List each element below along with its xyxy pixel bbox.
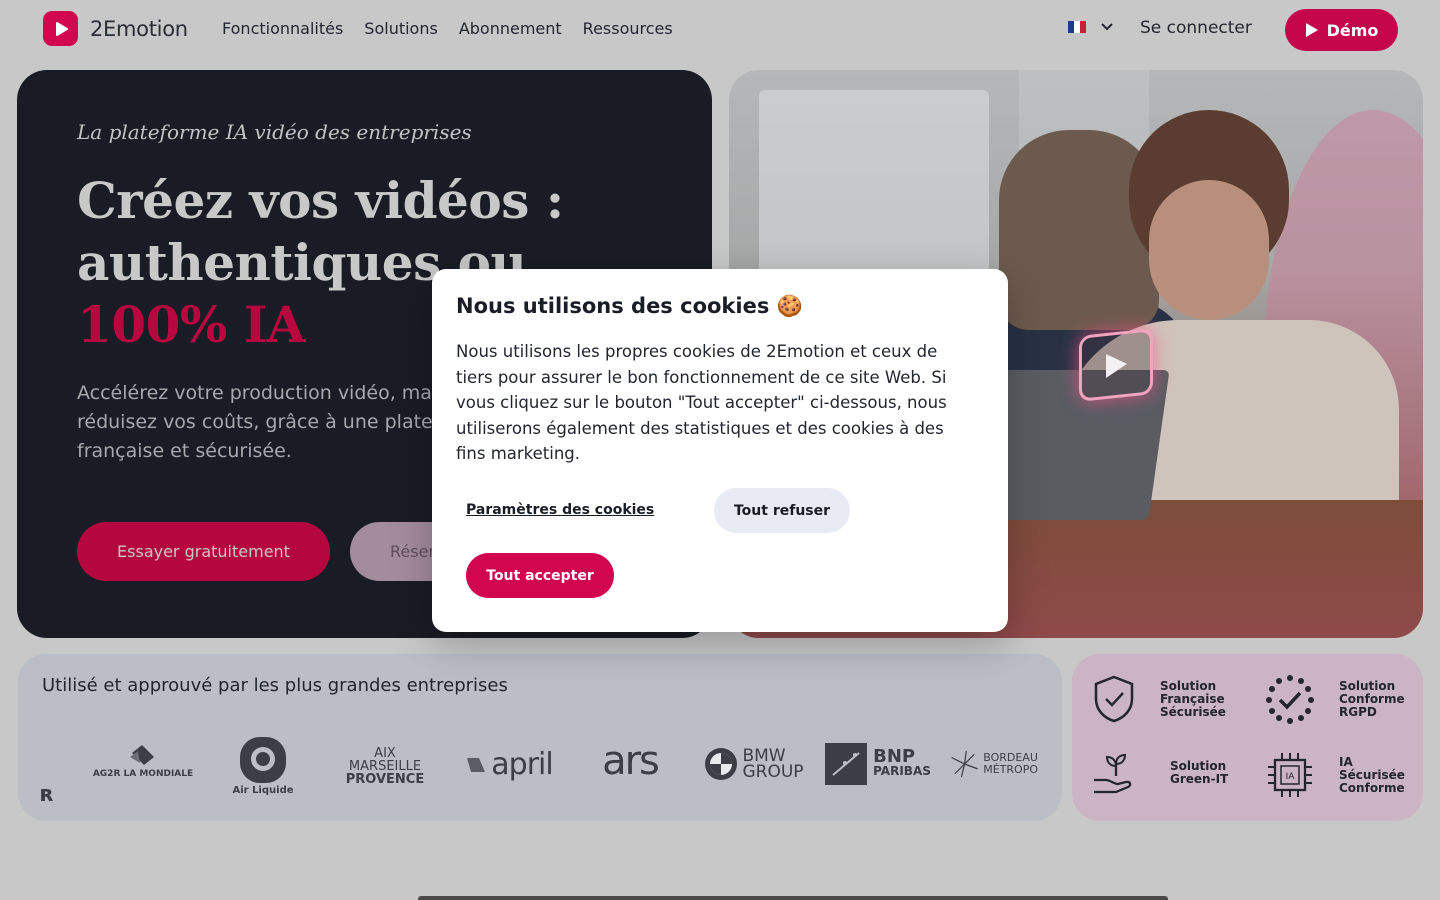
trust-badges: Solution Française Sécurisée Solution Co… — [1072, 654, 1423, 821]
hero-lead-line1: Accélérez votre production vidéo, ma — [77, 382, 432, 404]
nav-item-solutions[interactable]: Solutions — [364, 19, 438, 38]
client-logo-april: april — [454, 744, 564, 784]
bmw-line2: GROUP — [742, 762, 804, 782]
aix-line1: AIX — [374, 745, 396, 761]
badge-ai-secure: IA IA Sécurisée Conforme — [1265, 750, 1405, 800]
cookie-consent-dialog: Nous utilisons des cookies 🍪 Nous utilis… — [432, 269, 1008, 632]
badge-text: Solution Green-IT — [1170, 760, 1228, 786]
badge-line: Française — [1160, 691, 1225, 706]
ai-chip-icon: IA — [1268, 753, 1312, 797]
play-icon — [1305, 23, 1318, 37]
april-leaf-icon — [467, 758, 486, 772]
bnp-text: BNP PARIBAS — [873, 746, 931, 779]
nav-item-fonctionnalites[interactable]: Fonctionnalités — [222, 19, 343, 38]
hand-plant-icon — [1094, 753, 1132, 794]
bnp-line2: PARIBAS — [873, 764, 931, 778]
badge-text: IA Sécurisée Conforme — [1339, 754, 1405, 795]
demo-button[interactable]: Démo — [1285, 9, 1398, 51]
bordeaux-line2: MÉTROPO — [983, 763, 1038, 776]
bnp-line1: BNP — [873, 746, 916, 767]
badge-line: Solution — [1339, 678, 1396, 693]
badge-text: Solution Conforme RGPD — [1339, 678, 1405, 719]
logo-play-icon — [43, 11, 78, 46]
badge-green-it: Solution Green-IT — [1092, 752, 1228, 794]
client-logo-bordeaux: BORDEAU MÉTROPO — [950, 742, 1038, 786]
clients-title: Utilisé et approuvé par les plus grandes… — [42, 675, 508, 696]
ars-name: ars — [602, 738, 660, 784]
bordeaux-text: BORDEAU MÉTROPO — [983, 752, 1038, 776]
client-logo-ars: ars — [590, 736, 670, 786]
aix-line2: MARSEILLE — [348, 758, 422, 774]
cookie-title: Nous utilisons des cookies 🍪 — [456, 294, 803, 318]
nav-item-ressources[interactable]: Ressources — [583, 19, 673, 38]
badge-line: Solution — [1160, 678, 1217, 693]
svg-text:IA: IA — [1286, 772, 1296, 782]
april-name: april — [491, 746, 553, 782]
client-logo-ag2r: AG2R LA MONDIALE — [88, 736, 198, 786]
badge-line: RGPD — [1339, 704, 1377, 719]
badge-line: Conforme — [1339, 691, 1405, 706]
badge-line: Sécurisée — [1160, 704, 1226, 719]
main-nav: Fonctionnalités Solutions Abonnement Res… — [222, 19, 673, 38]
login-link[interactable]: Se connecter — [1140, 18, 1252, 38]
hero-title-accent: 100% IA — [77, 295, 305, 354]
cookie-settings-button[interactable]: Paramètres des cookies — [466, 488, 654, 532]
video-play-icon[interactable] — [1079, 328, 1153, 402]
cookie-body: Nous utilisons les propres cookies de 2E… — [456, 342, 947, 463]
cookie-refuse-button[interactable]: Tout refuser — [714, 488, 850, 533]
hero-eyebrow: La plateforme IA vidéo des entreprises — [77, 120, 472, 144]
logo-text: 2Emotion — [90, 16, 188, 41]
badge-text: Solution Française Sécurisée — [1160, 678, 1226, 719]
logo[interactable]: 2Emotion — [43, 11, 188, 46]
badge-line: Conforme — [1339, 780, 1405, 795]
language-selector[interactable] — [1068, 21, 1114, 33]
chevron-down-icon — [1101, 23, 1113, 31]
badge-line: Green-IT — [1170, 772, 1229, 786]
clients-band: Utilisé et approuvé par les plus grandes… — [18, 654, 1062, 821]
aix-line3: PROVENCE — [345, 771, 425, 787]
demo-label: Démo — [1326, 20, 1379, 40]
hero-lead-line2: réduisez vos coûts, grâce à une plate — [77, 411, 433, 433]
client-logo-airliquide: Air Liquide — [228, 730, 298, 800]
client-logo-bmw: BMW GROUP — [704, 744, 804, 784]
bmw-text: BMW GROUP — [742, 748, 804, 782]
bordeaux-burst-icon — [951, 750, 978, 778]
site-header: 2Emotion Fonctionnalités Solutions Abonn… — [0, 0, 1440, 60]
badge-line: IA — [1339, 754, 1353, 769]
hero-title-line1: Créez vos vidéos : — [77, 171, 564, 230]
try-free-button[interactable]: Essayer gratuitement — [77, 522, 330, 581]
badge-french-secure: Solution Française Sécurisée — [1092, 674, 1226, 724]
airliquide-name: Air Liquide — [232, 784, 294, 796]
client-logo-aix-marseille: AIX MARSEILLE PROVENCE — [340, 738, 430, 794]
bnp-stars-icon — [825, 743, 868, 785]
eu-stars-check-icon — [1266, 675, 1314, 724]
hero-lead-line3: française et sécurisée. — [77, 440, 292, 462]
ag2r-mark-icon — [130, 745, 154, 765]
french-flag-icon — [1068, 21, 1086, 33]
client-logo-carousel: ʀ AG2R LA MONDIALE Air Liquide AIX MARSE… — [18, 730, 1062, 807]
next-section-edge — [418, 896, 1168, 900]
client-logo-bnp: BNP PARIBAS — [823, 742, 933, 786]
badge-line: Sécurisée — [1339, 767, 1405, 782]
woman-face — [1149, 180, 1269, 320]
shield-check-icon — [1094, 675, 1134, 723]
ag2r-name: AG2R LA MONDIALE — [92, 769, 194, 779]
bmw-roundel-icon — [705, 748, 738, 780]
badge-rgpd: Solution Conforme RGPD — [1265, 674, 1405, 724]
partial-logo: ʀ — [40, 782, 55, 807]
cookie-accept-button[interactable]: Tout accepter — [466, 553, 614, 598]
nav-item-abonnement[interactable]: Abonnement — [459, 19, 562, 38]
airliquide-mark-icon — [240, 736, 286, 783]
